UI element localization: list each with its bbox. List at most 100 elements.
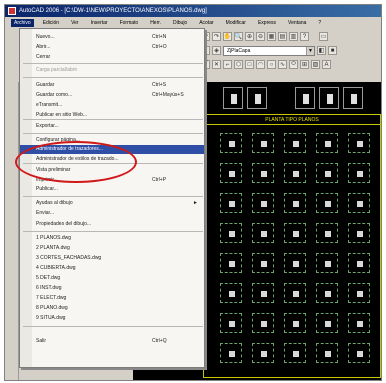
file-menu-item[interactable]: Guardar Ctrl+S bbox=[20, 81, 204, 90]
pan-icon[interactable]: ✋ bbox=[223, 32, 232, 41]
color-icon[interactable]: ■ bbox=[328, 46, 337, 55]
file-menu-item[interactable]: Guardar como... Ctrl+Mayús+S bbox=[20, 91, 204, 100]
menubar-item[interactable]: Acotar bbox=[196, 19, 216, 27]
layers-toolbar: ≡ ◈ ZjPlaCapa ▼ ◧ ■ bbox=[201, 44, 337, 57]
file-menu-item[interactable]: Ayudas al dibujo ► bbox=[20, 199, 204, 208]
menubar-item[interactable]: Modificar bbox=[223, 19, 249, 27]
file-menu-item[interactable]: 9 SITUA.dwg bbox=[20, 314, 204, 323]
cell-mark bbox=[261, 171, 267, 177]
file-menu-item[interactable]: Exportar... bbox=[20, 122, 204, 131]
menubar-item[interactable]: Edición bbox=[40, 19, 62, 27]
arc-icon[interactable]: ◠ bbox=[256, 60, 265, 69]
menu-item-label: Carga parcial/abrir bbox=[36, 67, 78, 73]
spline-icon[interactable]: ∿ bbox=[278, 60, 287, 69]
file-menu-item[interactable]: Administrador de trazadores... bbox=[20, 145, 204, 154]
layer-previous-icon[interactable]: ◈ bbox=[212, 46, 221, 55]
cell-mark bbox=[261, 231, 267, 237]
rectangle-icon[interactable]: □ bbox=[245, 60, 254, 69]
menubar-item[interactable]: Express bbox=[255, 19, 279, 27]
zoom-window-icon[interactable]: ⊕ bbox=[245, 32, 254, 41]
menubar-item[interactable]: Archivo bbox=[11, 18, 34, 27]
text-icon[interactable]: A bbox=[322, 60, 331, 69]
cell-mark bbox=[357, 351, 363, 357]
file-menu-item[interactable]: 2 PLANTA.dwg bbox=[20, 244, 204, 253]
file-menu-item[interactable]: 5 DET.dwg bbox=[20, 274, 204, 283]
file-menu-item[interactable]: Publicar en sitio Web... bbox=[20, 111, 204, 120]
file-menu-item[interactable]: Abrir... Ctrl+O bbox=[20, 43, 204, 52]
cell-mark bbox=[229, 231, 235, 237]
zoom-icon[interactable]: 🔍 bbox=[234, 32, 243, 41]
menu-item-label: eTransmit... bbox=[36, 102, 63, 108]
cell-mark bbox=[229, 261, 235, 267]
file-menu-item[interactable]: Propiedades del dibujo... bbox=[20, 220, 204, 229]
file-menu-item[interactable]: 8 PLANO.dwg bbox=[20, 304, 204, 313]
grid-cell bbox=[316, 343, 338, 363]
menubar-item[interactable]: Formato bbox=[117, 19, 142, 27]
layer-combo[interactable]: ZjPlaCapa ▼ bbox=[223, 45, 315, 56]
cell-mark bbox=[325, 351, 331, 357]
cell-mark bbox=[325, 231, 331, 237]
polyline-icon[interactable]: ⌐ bbox=[223, 60, 232, 69]
file-menu-item[interactable]: Publicar... bbox=[20, 185, 204, 194]
menubar-item[interactable]: Insertar bbox=[88, 19, 111, 27]
menubar-item[interactable]: ? bbox=[315, 19, 324, 27]
menu-item-shortcut: Ctrl+Q bbox=[152, 338, 167, 344]
zoom-previous-icon[interactable]: ⊖ bbox=[256, 32, 265, 41]
grid-cell bbox=[316, 253, 338, 273]
menu-item-label: Ayudas al dibujo bbox=[36, 200, 73, 206]
help-icon[interactable]: ? bbox=[300, 32, 309, 41]
grid-cell bbox=[284, 253, 306, 273]
autocad-window: AutoCAD 2006 - [C:\DW-1\NEW\PROYECTO\ANE… bbox=[4, 4, 382, 381]
file-menu-item[interactable]: Administrador de estilos de trazado... bbox=[20, 155, 204, 164]
file-menu-item[interactable]: 1 PLANOS.dwg bbox=[20, 234, 204, 243]
drawing-block bbox=[319, 87, 339, 109]
cell-mark bbox=[229, 201, 235, 207]
modify-toolbar bbox=[5, 82, 19, 380]
grid-cell bbox=[316, 313, 338, 333]
xline-icon[interactable]: ✕ bbox=[212, 60, 221, 69]
menu-item-label: Cerrar bbox=[36, 54, 51, 60]
title-bar: AutoCAD 2006 - [C:\DW-1\NEW\PROYECTO\ANE… bbox=[5, 5, 381, 17]
drawing-block bbox=[295, 87, 315, 109]
grid-cell bbox=[316, 163, 338, 183]
file-menu-item[interactable]: Nuevo... Ctrl+N bbox=[20, 33, 204, 42]
file-menu-item[interactable]: Cerrar bbox=[20, 53, 204, 62]
grid-cell bbox=[252, 193, 274, 213]
file-menu-item[interactable]: eTransmit... bbox=[20, 101, 204, 110]
menubar-item[interactable]: Herr. bbox=[147, 19, 164, 27]
grid-cell bbox=[252, 313, 274, 333]
ellipse-icon[interactable]: ⬭ bbox=[289, 60, 298, 69]
file-menu-item[interactable]: 3 CORTES_FACHADAS.dwg bbox=[20, 254, 204, 263]
cell-mark bbox=[293, 171, 299, 177]
polygon-icon[interactable]: ⬡ bbox=[234, 60, 243, 69]
file-menu-item[interactable]: Enviar... bbox=[20, 209, 204, 218]
grid-cell bbox=[348, 313, 370, 333]
file-menu-item[interactable]: Configurar página... bbox=[20, 136, 204, 145]
properties-icon[interactable]: ▦ bbox=[267, 32, 276, 41]
print-icon[interactable]: ▭ bbox=[319, 32, 328, 41]
draw-toolbar: ╱ ✕ ⌐ ⬡ □ ◠ ○ ∿ ⬭ ⊞ ▨ A bbox=[201, 58, 331, 71]
file-menu-item[interactable]: Salir Ctrl+Q bbox=[20, 337, 204, 346]
file-menu-item[interactable]: Vista preliminar bbox=[20, 166, 204, 175]
cell-mark bbox=[325, 261, 331, 267]
file-menu-item[interactable]: 6 INST.dwg bbox=[20, 284, 204, 293]
cell-mark bbox=[293, 321, 299, 327]
menubar-item[interactable]: Ver bbox=[68, 19, 82, 27]
design-center-icon[interactable]: ▤ bbox=[278, 32, 287, 41]
file-menu-item[interactable]: 4 CUBIERTA.dwg bbox=[20, 264, 204, 273]
menubar-item[interactable]: Ventana bbox=[285, 19, 309, 27]
circle-icon[interactable]: ○ bbox=[267, 60, 276, 69]
grid-cell bbox=[220, 283, 242, 303]
make-current-icon[interactable]: ◧ bbox=[317, 46, 326, 55]
file-menu-item[interactable]: 7 ELECT.dwg bbox=[20, 294, 204, 303]
menu-item-label: Abrir... bbox=[36, 44, 51, 50]
standard-toolbar: ↶ ↷ ✋ 🔍 ⊕ ⊖ ▦ ▤ ▥ ? ▭ bbox=[201, 30, 328, 43]
hatch-icon[interactable]: ▨ bbox=[311, 60, 320, 69]
redo-icon[interactable]: ↷ bbox=[212, 32, 221, 41]
cell-mark bbox=[293, 201, 299, 207]
insert-block-icon[interactable]: ⊞ bbox=[300, 60, 309, 69]
menubar-item[interactable]: Dibujo bbox=[170, 19, 190, 27]
tool-palettes-icon[interactable]: ▥ bbox=[289, 32, 298, 41]
menu-item-shortcut: Ctrl+N bbox=[152, 34, 167, 40]
file-menu-item[interactable]: Imprimir... Ctrl+P bbox=[20, 176, 204, 185]
